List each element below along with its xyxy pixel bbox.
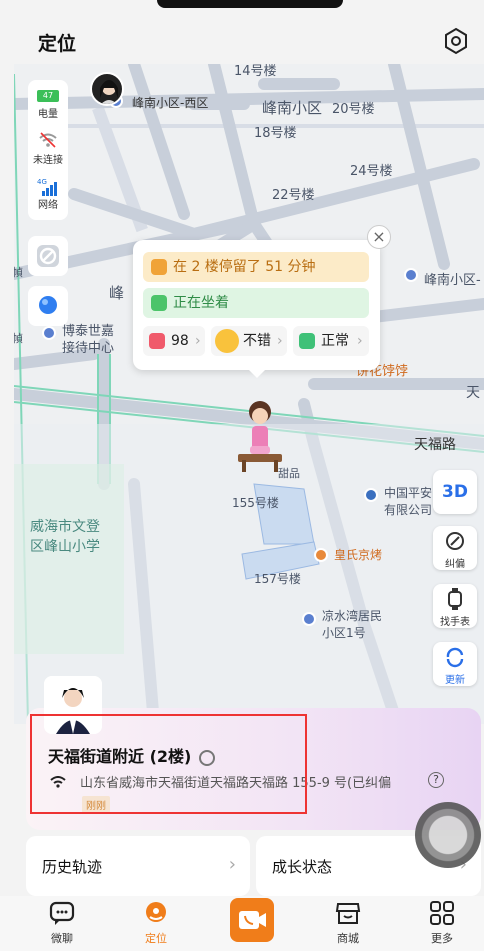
map-label: 峰南小区-	[424, 273, 481, 288]
map-label: 峰南小区	[262, 99, 323, 117]
person-icon	[151, 295, 167, 311]
map-label: 天	[466, 385, 480, 401]
close-popup-button[interactable]: ×	[367, 225, 391, 249]
posture-status: 正在坐着	[143, 288, 369, 318]
location-pin-icon	[151, 259, 167, 275]
map-label: 小区1号	[322, 626, 366, 640]
poi-pin-icon	[42, 326, 56, 340]
stay-text: 在 2 楼停留了 51 分钟	[173, 259, 316, 275]
poi-pin-icon	[404, 268, 418, 282]
chevron-right-icon: ›	[228, 854, 236, 875]
tab-locate-label: 定位	[145, 932, 167, 945]
map-label: 155号楼	[232, 496, 279, 510]
refresh-button[interactable]: 更新	[433, 642, 477, 686]
watch-icon	[448, 588, 462, 610]
network-icon: 4G	[28, 178, 68, 196]
map-label: 幀	[14, 332, 23, 345]
light-button[interactable]	[28, 286, 68, 326]
help-icon[interactable]: ?	[428, 772, 444, 788]
map-label: 接待中心	[62, 341, 115, 356]
floating-assistive-button[interactable]	[415, 802, 481, 868]
map-roads	[14, 64, 484, 724]
map-label: 峰	[109, 284, 125, 302]
map-label: 有限公司	[384, 503, 433, 517]
highlight-box	[30, 714, 307, 814]
tab-mall[interactable]: 商城	[318, 900, 378, 946]
child-avatar-marker[interactable]	[232, 398, 288, 474]
3d-button[interactable]: 3D	[433, 470, 477, 514]
map-label: 威海市文登	[30, 519, 100, 535]
mood-text: 不错	[243, 333, 271, 349]
map-label: 天福路	[414, 437, 456, 453]
food-icon	[314, 548, 328, 562]
map-label: 157号楼	[254, 572, 301, 586]
map-label: 14号楼	[234, 64, 277, 79]
map-label: 凉水湾居民	[322, 609, 383, 623]
camera-notch	[157, 0, 343, 8]
map-label: 皇氏京烤	[334, 548, 383, 562]
growth-label: 成长状态	[272, 858, 333, 876]
map-label: 中国平安	[384, 486, 433, 500]
wifi-label: 未连接	[33, 155, 63, 166]
battery-icon: 47	[37, 90, 59, 102]
find-watch-label: 找手表	[440, 617, 470, 628]
posture-text: 正在坐着	[173, 295, 229, 311]
thermometer-icon	[299, 333, 315, 349]
heart-icon	[149, 333, 165, 349]
video-call-icon	[230, 898, 274, 942]
map-label: 24号楼	[350, 164, 393, 179]
tab-chat-label: 微聊	[51, 932, 73, 945]
bottom-tab-bar: 微聊 定位 商城 更多	[0, 896, 484, 951]
status-popup: 在 2 楼停留了 51 分钟 正在坐着 98 › 不错 › 正常 ›	[133, 240, 380, 378]
location-icon	[146, 902, 166, 922]
tab-more-label: 更多	[431, 932, 453, 945]
device-status-panel: 47 电量 未连接 4G 网络	[28, 80, 68, 220]
correct-position-button[interactable]: 纠偏	[433, 526, 477, 570]
user-avatar[interactable]	[90, 72, 124, 106]
map-label: 18号楼	[254, 126, 297, 141]
forbidden-icon	[37, 245, 59, 267]
do-not-disturb-button[interactable]	[28, 236, 68, 276]
refresh-label: 更新	[445, 675, 465, 686]
history-label: 历史轨迹	[42, 858, 103, 876]
stay-duration: 在 2 楼停留了 51 分钟	[143, 252, 369, 282]
smiley-icon	[215, 329, 239, 353]
network-label: 网络	[38, 200, 58, 211]
map-label: 22号楼	[272, 188, 315, 203]
map-view[interactable]: 14号楼 峰南小区-西区 峰南小区 20号楼 18号楼 24号楼 22号楼 峰南…	[14, 64, 484, 724]
history-track-card[interactable]: 历史轨迹 ›	[26, 836, 250, 896]
temp-text: 正常	[321, 333, 349, 349]
map-label: 区峰山小学	[30, 539, 100, 555]
tab-chat[interactable]: 微聊	[32, 900, 92, 946]
grid-icon	[430, 901, 454, 925]
shop-icon	[335, 903, 361, 924]
tab-more[interactable]: 更多	[412, 900, 472, 946]
page-title: 定位	[38, 33, 77, 55]
header: 定位	[0, 0, 484, 64]
bank-icon	[364, 488, 378, 502]
map-label: 幀	[14, 266, 23, 279]
correct-label: 纠偏	[445, 559, 465, 570]
settings-icon[interactable]	[441, 26, 471, 56]
refresh-icon	[446, 647, 464, 668]
heart-rate[interactable]: 98 ›	[143, 326, 205, 356]
bulb-icon	[39, 296, 57, 314]
wifi-off-icon	[39, 132, 57, 148]
find-watch-button[interactable]: 找手表	[433, 584, 477, 628]
battery-label: 电量	[38, 109, 58, 120]
tab-mall-label: 商城	[337, 932, 359, 945]
mood[interactable]: 不错 ›	[211, 326, 287, 356]
temperature[interactable]: 正常 ›	[293, 326, 369, 356]
heart-value: 98	[171, 333, 189, 349]
video-call-button[interactable]	[222, 898, 282, 945]
map-label: 20号楼	[332, 102, 375, 117]
tab-locate[interactable]: 定位	[126, 900, 186, 946]
correct-icon	[446, 532, 464, 550]
map-label: 峰南小区-西区	[132, 96, 209, 110]
poi-pin-icon	[302, 612, 316, 626]
chat-icon	[49, 901, 75, 925]
